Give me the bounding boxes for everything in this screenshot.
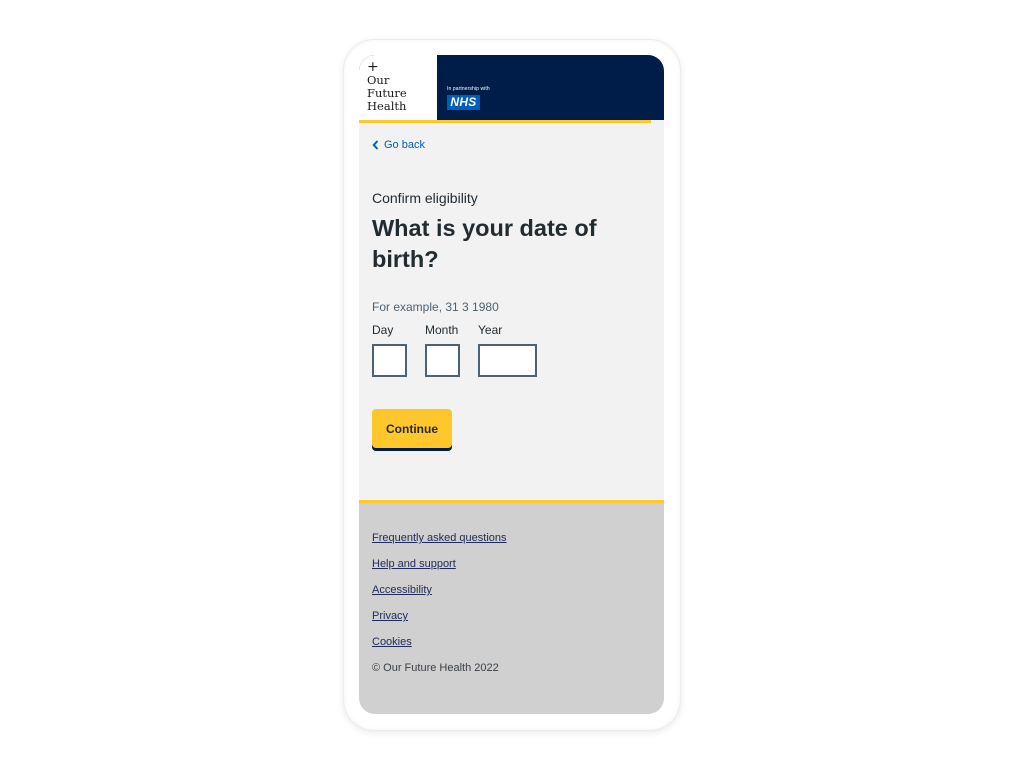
footer-link-item: Privacy <box>372 604 507 630</box>
go-back-label: Go back <box>384 139 425 151</box>
month-label: Month <box>425 323 459 337</box>
year-label: Year <box>478 323 503 337</box>
footer-link-item: Frequently asked questions <box>372 526 507 552</box>
day-field: Day <box>372 323 407 377</box>
partnership-text: In partnership with <box>447 86 490 92</box>
year-input[interactable] <box>478 344 537 377</box>
our-future-health-logo[interactable]: + Our Future Health <box>359 55 437 120</box>
date-hint: For example, 31 3 1980 <box>372 300 499 314</box>
phone-frame: + Our Future Health In partnership with … <box>344 40 680 730</box>
footer-link-item: Accessibility <box>372 578 507 604</box>
date-of-birth-input-group: Day Month Year <box>372 323 555 377</box>
go-back-link[interactable]: Go back <box>372 139 425 151</box>
day-input[interactable] <box>372 344 407 377</box>
help-and-support-link[interactable]: Help and support <box>372 558 456 570</box>
accessibility-link[interactable]: Accessibility <box>372 584 432 596</box>
year-field: Year <box>478 323 537 377</box>
logo-text-line: Health <box>367 99 407 113</box>
faq-link[interactable]: Frequently asked questions <box>372 532 507 544</box>
logo-plus-icon: + <box>367 59 379 75</box>
page-caption: Confirm eligibility <box>372 190 478 206</box>
site-header: + Our Future Health In partnership with … <box>359 55 664 120</box>
nhs-logo: NHS <box>447 95 480 110</box>
continue-button[interactable]: Continue <box>372 409 452 448</box>
footer-link-item: Help and support <box>372 552 507 578</box>
day-label: Day <box>372 323 394 337</box>
copyright-text: © Our Future Health 2022 <box>372 662 499 674</box>
page-title: What is your date of birth? <box>372 215 597 272</box>
month-field: Month <box>425 323 460 377</box>
phone-screen: + Our Future Health In partnership with … <box>359 55 664 714</box>
footer-link-item: Cookies <box>372 630 507 656</box>
chevron-left-icon <box>372 140 379 150</box>
site-footer: Frequently asked questions Help and supp… <box>359 500 664 714</box>
cookies-link[interactable]: Cookies <box>372 636 412 648</box>
header-accent-bar <box>359 120 651 123</box>
month-input[interactable] <box>425 344 460 377</box>
privacy-link[interactable]: Privacy <box>372 610 408 622</box>
footer-links: Frequently asked questions Help and supp… <box>372 526 507 656</box>
